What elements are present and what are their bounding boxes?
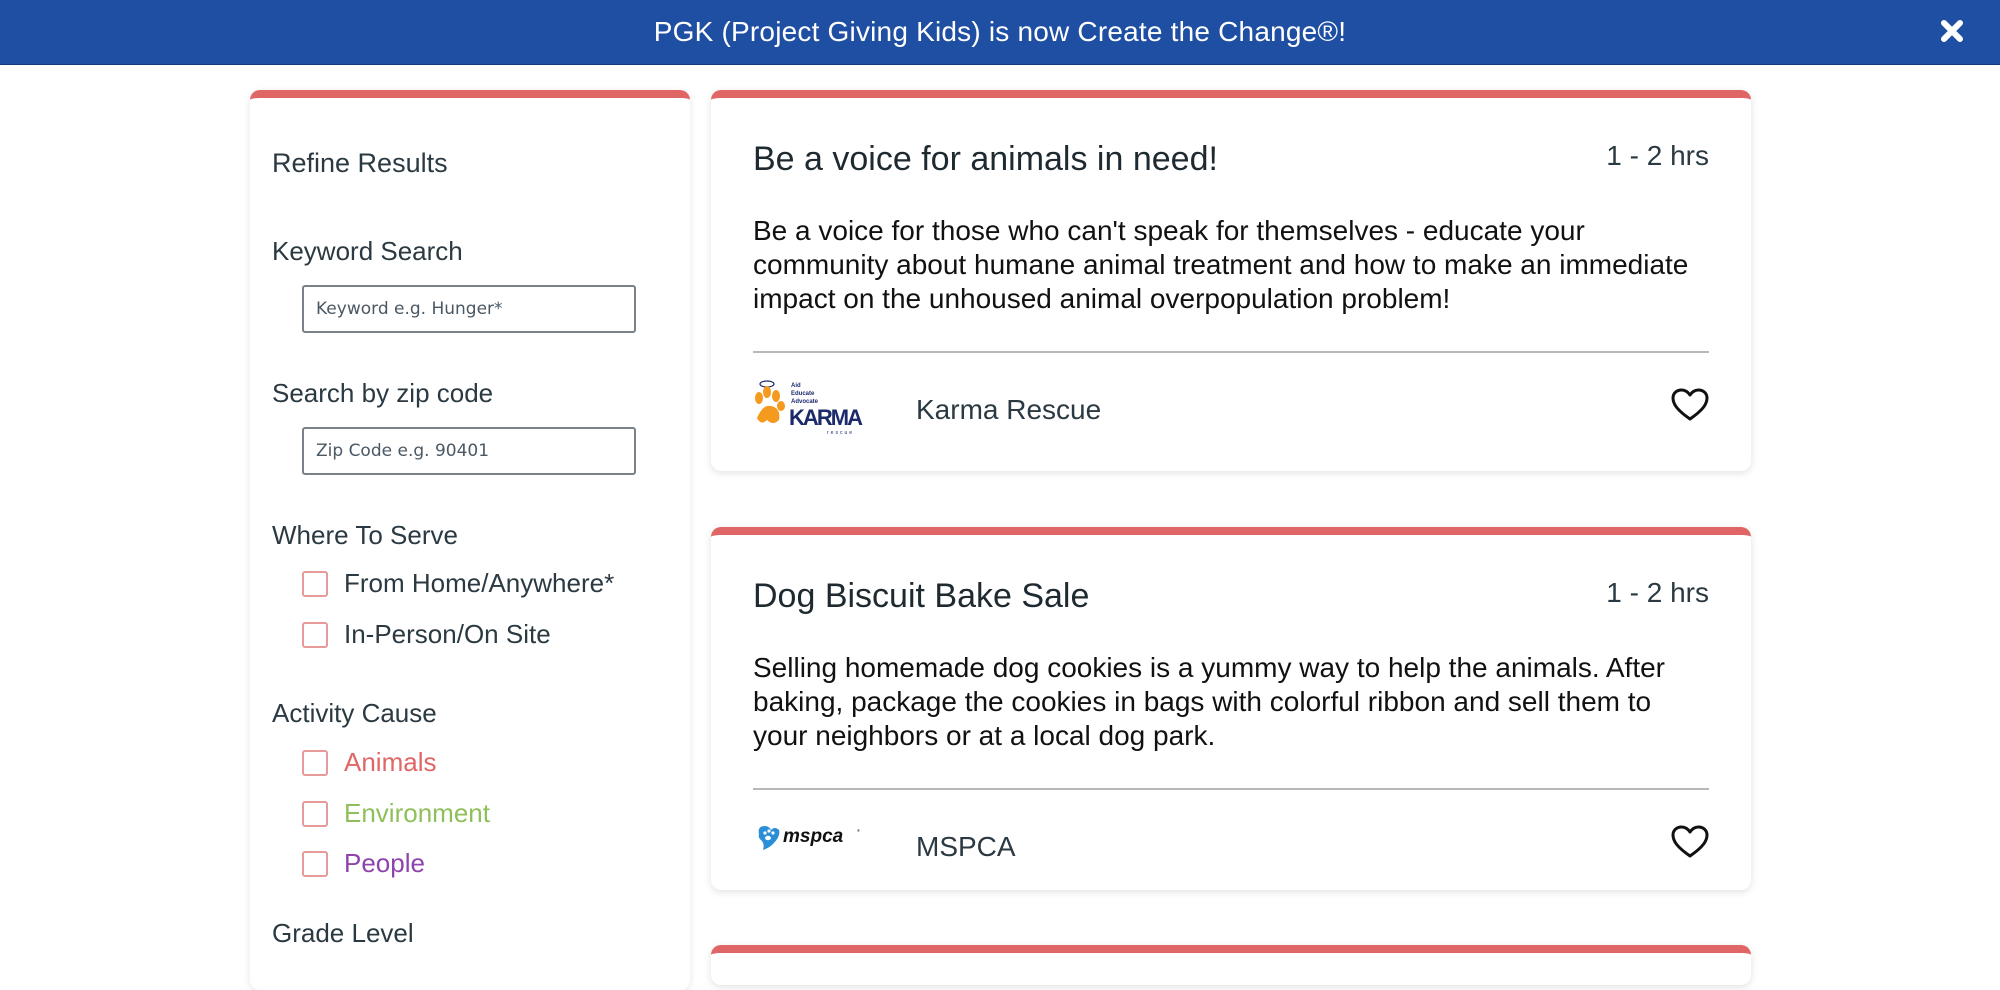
card-divider: [753, 351, 1709, 353]
filter-label: In-Person/On Site: [344, 619, 551, 649]
svg-text:®: ®: [857, 828, 860, 833]
organization-name[interactable]: Karma Rescue: [916, 394, 1101, 426]
announcement-banner: PGK (Project Giving Kids) is now Create …: [0, 0, 2000, 65]
filter-from-home[interactable]: From Home/Anywhere*: [302, 568, 614, 599]
organization-name[interactable]: MSPCA: [916, 831, 1016, 863]
filter-animals[interactable]: Animals: [302, 747, 436, 778]
activity-title[interactable]: Be a voice for animals in need!: [753, 140, 1218, 179]
refine-results-panel: Refine Results Keyword Search Search by …: [250, 90, 690, 990]
activity-duration: 1 - 2 hrs: [1606, 577, 1709, 608]
svg-text:rescue: rescue: [827, 430, 854, 436]
activity-description: Selling homemade dog cookies is a yummy …: [753, 652, 1666, 751]
checkbox[interactable]: [302, 749, 328, 776]
heart-outline-icon[interactable]: [1671, 388, 1709, 422]
card-divider: [753, 788, 1709, 790]
mspca-logo: mspca ®: [758, 826, 860, 850]
zip-code-label: Search by zip code: [272, 378, 494, 408]
filter-label: People: [344, 848, 425, 878]
filter-people[interactable]: People: [302, 848, 425, 879]
checkbox[interactable]: [302, 800, 328, 827]
checkbox[interactable]: [302, 621, 328, 648]
keyword-search-label: Keyword Search: [272, 236, 463, 266]
activity-title[interactable]: Dog Biscuit Bake Sale: [753, 577, 1089, 616]
banner-close-button[interactable]: [1934, 13, 1970, 49]
activity-duration: 1 - 2 hrs: [1606, 140, 1709, 171]
svg-text:mspca: mspca: [783, 826, 844, 847]
heart-outline-icon[interactable]: [1671, 825, 1709, 859]
karma-rescue-logo: Aid Educate Advocate KARMA rescue: [755, 380, 863, 436]
svg-text:KARMA: KARMA: [789, 405, 863, 430]
filter-label: Environment: [344, 798, 490, 828]
filter-label: From Home/Anywhere*: [344, 568, 615, 598]
zip-code-input[interactable]: [302, 427, 636, 475]
filter-environment[interactable]: Environment: [302, 798, 490, 829]
grade-level-label: Grade Level: [272, 918, 414, 948]
activity-card[interactable]: Dog Biscuit Bake Sale 1 - 2 hrs Selling …: [711, 527, 1751, 890]
activity-card[interactable]: [711, 945, 1751, 985]
refine-results-title: Refine Results: [272, 148, 448, 178]
svg-text:Aid: Aid: [791, 383, 801, 389]
activity-description: Be a voice for those who can't speak for…: [753, 215, 1689, 314]
where-to-serve-label: Where To Serve: [272, 520, 458, 550]
checkbox[interactable]: [302, 570, 328, 597]
filter-in-person[interactable]: In-Person/On Site: [302, 619, 551, 650]
activity-cause-label: Activity Cause: [272, 698, 437, 728]
close-icon: [1941, 20, 1963, 42]
activity-card[interactable]: Be a voice for animals in need! 1 - 2 hr…: [711, 90, 1751, 471]
checkbox[interactable]: [302, 850, 328, 877]
svg-text:Educate: Educate: [791, 391, 815, 397]
filter-label: Animals: [344, 747, 437, 777]
keyword-search-input[interactable]: [302, 285, 636, 333]
banner-text: PGK (Project Giving Kids) is now Create …: [653, 16, 1347, 47]
